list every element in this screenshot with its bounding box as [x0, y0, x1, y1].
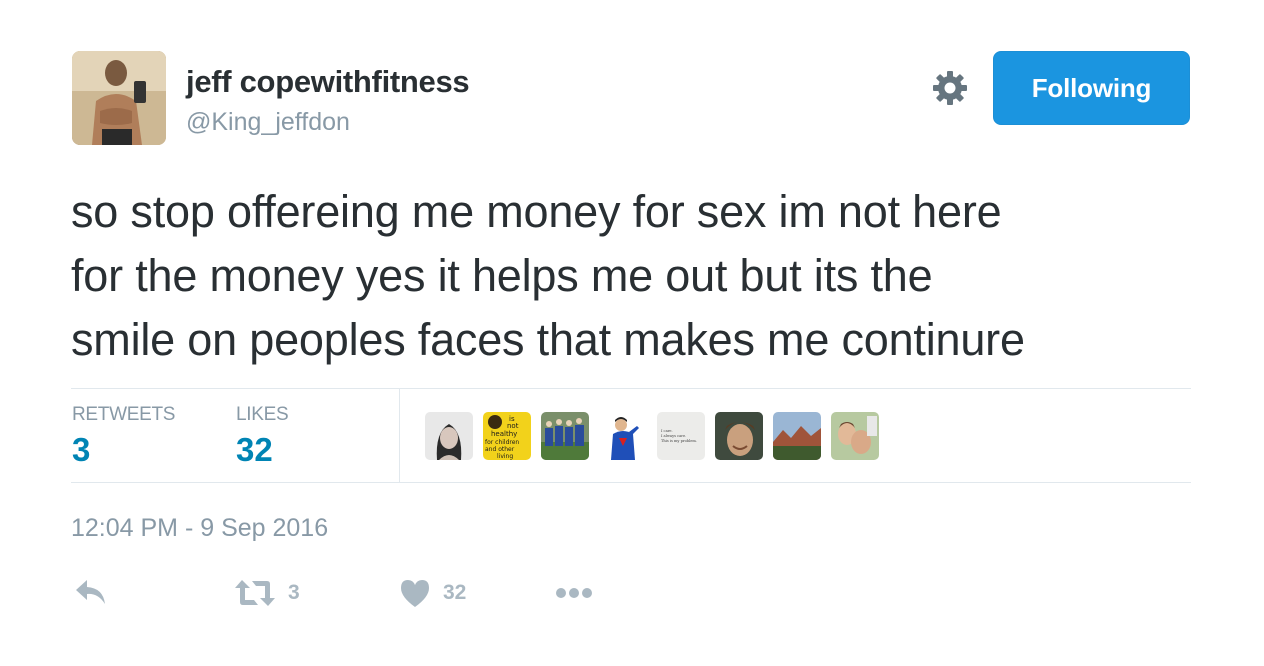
tweet-text-line: smile on peoples faces that makes me con… [71, 314, 1025, 365]
retweets-label[interactable]: RETWEETS [72, 404, 175, 426]
retweet-button[interactable]: 3 [234, 578, 300, 608]
note-text: I always care. [661, 434, 686, 438]
poster-text: and other [485, 446, 515, 453]
more-icon [556, 588, 592, 598]
following-button[interactable]: Following [993, 51, 1190, 125]
poster-text: healthy [491, 430, 517, 438]
liker-avatars: is not healthy for children and other li… [425, 412, 879, 460]
stats-top-divider [71, 388, 1191, 389]
reply-button[interactable] [74, 578, 108, 608]
liker-avatar[interactable]: is not healthy for children and other li… [483, 412, 531, 460]
poster-text: for children [485, 439, 519, 446]
man-selfie-icon [715, 412, 763, 460]
avatar-image [72, 51, 166, 145]
liker-avatar[interactable] [773, 412, 821, 460]
likes-count[interactable]: 32 [236, 431, 273, 469]
liker-avatar[interactable] [425, 412, 473, 460]
liker-avatar[interactable] [541, 412, 589, 460]
likes-label[interactable]: LIKES [236, 404, 289, 426]
poster-text: living [497, 453, 513, 460]
tweet-text-line: so stop offereing me money for sex im no… [71, 186, 1002, 237]
like-button[interactable]: 32 [399, 578, 466, 608]
note-text: This is my problem. [661, 439, 697, 443]
sports-team-icon [541, 412, 589, 460]
text-note-icon: I care. I always care. This is my proble… [657, 412, 705, 460]
retweet-count: 3 [288, 581, 300, 604]
tweet-text: so stop offereing me money for sex im no… [71, 180, 1201, 372]
yellow-poster-icon: is not healthy for children and other li… [483, 412, 531, 460]
note-text: I care. [661, 429, 673, 433]
gear-icon[interactable] [930, 68, 970, 108]
woman-portrait-icon [425, 412, 473, 460]
liker-avatar[interactable] [831, 412, 879, 460]
display-name[interactable]: jeff copewithfitness [186, 64, 470, 100]
reply-icon [76, 580, 105, 604]
liker-avatar[interactable]: I care. I always care. This is my proble… [657, 412, 705, 460]
user-handle[interactable]: @King_jeffdon [186, 108, 350, 137]
poster-text: not [507, 422, 519, 430]
tweet-text-line: for the money yes it helps me out but it… [71, 250, 933, 301]
landscape-icon [773, 412, 821, 460]
user-avatar[interactable] [72, 51, 166, 145]
superman-costume-icon [599, 412, 647, 460]
like-count: 32 [443, 581, 467, 604]
liker-avatar[interactable] [715, 412, 763, 460]
tweet-timestamp[interactable]: 12:04 PM - 9 Sep 2016 [71, 514, 328, 543]
more-button[interactable] [555, 585, 595, 601]
stats-vertical-divider [399, 389, 400, 482]
retweet-icon [235, 580, 275, 606]
heart-icon [401, 580, 429, 607]
retweets-count[interactable]: 3 [72, 431, 90, 469]
stats-bottom-divider [71, 482, 1191, 483]
group-selfie-icon [831, 412, 879, 460]
liker-avatar[interactable] [599, 412, 647, 460]
